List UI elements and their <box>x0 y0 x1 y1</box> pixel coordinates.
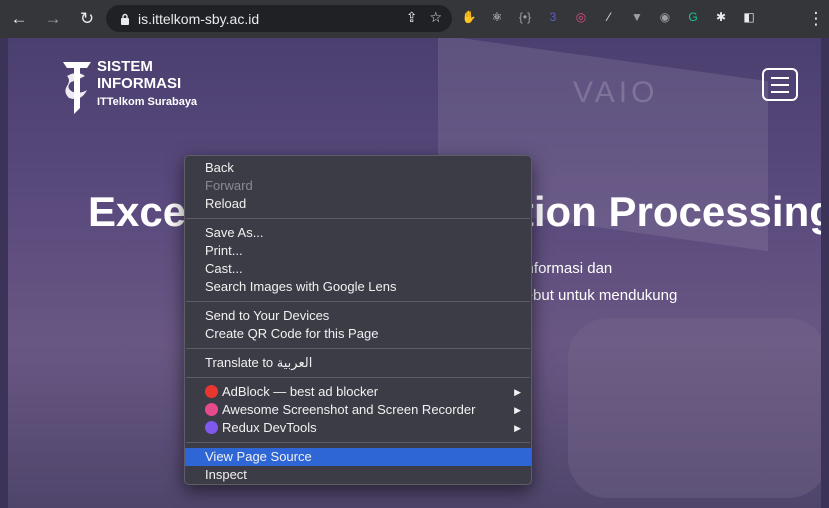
menu-item-label: Cast... <box>205 261 243 276</box>
menu-separator <box>186 218 530 219</box>
pen-icon[interactable]: ⁄ <box>600 8 618 26</box>
menu-kebab-icon[interactable]: ⋮ <box>805 8 827 30</box>
awesome-screenshot-icon <box>205 403 218 416</box>
submenu-arrow-icon: ▶ <box>514 387 521 397</box>
background-laptop-logo: VAIO <box>573 76 659 109</box>
forward-arrow-icon[interactable]: → <box>42 8 64 30</box>
context-menu: Back Forward Reload Save As... Print... Cast.… <box>184 155 532 485</box>
reload-icon[interactable]: ↻ <box>76 8 98 30</box>
menu-item-save-as[interactable]: Save As... <box>185 224 531 242</box>
bookmark-star-icon[interactable]: ☆ <box>429 9 442 26</box>
menu-item-back[interactable]: Back <box>185 159 531 177</box>
menu-separator <box>186 348 530 349</box>
menu-item-label: Redux DevTools <box>222 420 317 435</box>
json-icon[interactable]: {•} <box>516 8 534 26</box>
menu-separator <box>186 442 530 443</box>
extensions-bar: ✋ ⚛ {•} 3 ◎ ⁄ ▼ ◉ G ✱ ◧ <box>460 8 758 26</box>
menu-item-adblock-best-ad-blocker[interactable]: AdBlock — best ad blocker ▶ <box>185 383 531 401</box>
site-logo[interactable]: SISTEM INFORMASI ITTelkom Surabaya <box>61 58 197 114</box>
logo-emblem-icon <box>63 62 91 114</box>
submenu-arrow-icon: ▶ <box>514 405 521 415</box>
redux-devtools-icon <box>205 421 218 434</box>
menu-item-awesome-screenshot-and-screen-recorder[interactable]: Awesome Screenshot and Screen Recorder ▶ <box>185 401 531 419</box>
menu-item-label: Translate to العربية <box>205 355 313 370</box>
menu-separator <box>186 301 530 302</box>
menu-item-create-qr-code-for-this-page[interactable]: Create QR Code for this Page <box>185 325 531 343</box>
menu-item-label: AdBlock — best ad blocker <box>222 384 379 399</box>
menu-item-view-page-source[interactable]: View Page Source <box>185 448 531 466</box>
menu-item-forward: Forward <box>185 177 531 195</box>
logo-line-institution: ITTelkom Surabaya <box>97 96 198 108</box>
menu-item-label: Send to Your Devices <box>205 308 330 323</box>
menu-item-label: Reload <box>205 196 247 211</box>
menu-item-send-to-your-devices[interactable]: Send to Your Devices <box>185 307 531 325</box>
extensions-puzzle-icon[interactable]: ✱ <box>712 8 730 26</box>
grammarly-icon[interactable]: G <box>684 8 702 26</box>
logo-line-sistem: SISTEM <box>97 58 153 75</box>
react-devtools-icon[interactable]: ⚛ <box>488 8 506 26</box>
menu-item-search-images-with-google-lens[interactable]: Search Images with Google Lens <box>185 278 531 296</box>
menu-item-label: View Page Source <box>205 449 312 464</box>
menu-item-cast[interactable]: Cast... <box>185 260 531 278</box>
address-bar[interactable]: is.ittelkom-sby.ac.id ⇪ ☆ <box>106 5 452 32</box>
menu-item-reload[interactable]: Reload <box>185 195 531 213</box>
menu-item-redux-devtools[interactable]: Redux DevTools ▶ <box>185 419 531 437</box>
redux-devtools-icon[interactable]: ◉ <box>656 8 674 26</box>
menu-item-label: Search Images with Google Lens <box>205 279 397 294</box>
url-text: is.ittelkom-sby.ac.id <box>138 10 260 27</box>
adblock-icon <box>205 385 218 398</box>
menu-item-label: Create QR Code for this Page <box>205 326 379 341</box>
menu-item-label: Back <box>205 160 234 175</box>
menu-item-translate-to[interactable]: Translate to العربية <box>185 354 531 372</box>
side-panel-icon[interactable]: ◧ <box>740 8 758 26</box>
share-icon[interactable]: ⇪ <box>406 9 418 26</box>
submenu-arrow-icon: ▶ <box>514 423 521 433</box>
menu-item-label: Inspect <box>205 467 247 482</box>
adblock-icon[interactable]: ✋ <box>460 8 478 26</box>
hamburger-menu-button[interactable] <box>762 68 798 101</box>
logo-line-informasi: INFORMASI <box>97 75 182 92</box>
screenshot-icon[interactable]: ◎ <box>572 8 590 26</box>
vue-devtools-icon[interactable]: ▼ <box>628 8 646 26</box>
menu-item-label: Forward <box>205 178 253 193</box>
browser-toolbar: ← → ↻ is.ittelkom-sby.ac.id ⇪ ☆ ✋ ⚛ {•} 3 ◎ ⁄… <box>0 0 829 38</box>
menu-separator <box>186 377 530 378</box>
menu-item-inspect[interactable]: Inspect <box>185 466 531 484</box>
lock-icon <box>118 11 132 27</box>
menu-item-label: Save As... <box>205 225 264 240</box>
extension-badge-icon[interactable]: 3 <box>544 8 562 26</box>
menu-item-print[interactable]: Print... <box>185 242 531 260</box>
back-arrow-icon[interactable]: ← <box>8 8 30 30</box>
menu-item-label: Awesome Screenshot and Screen Recorder <box>222 402 476 417</box>
menu-item-label: Print... <box>205 243 243 258</box>
